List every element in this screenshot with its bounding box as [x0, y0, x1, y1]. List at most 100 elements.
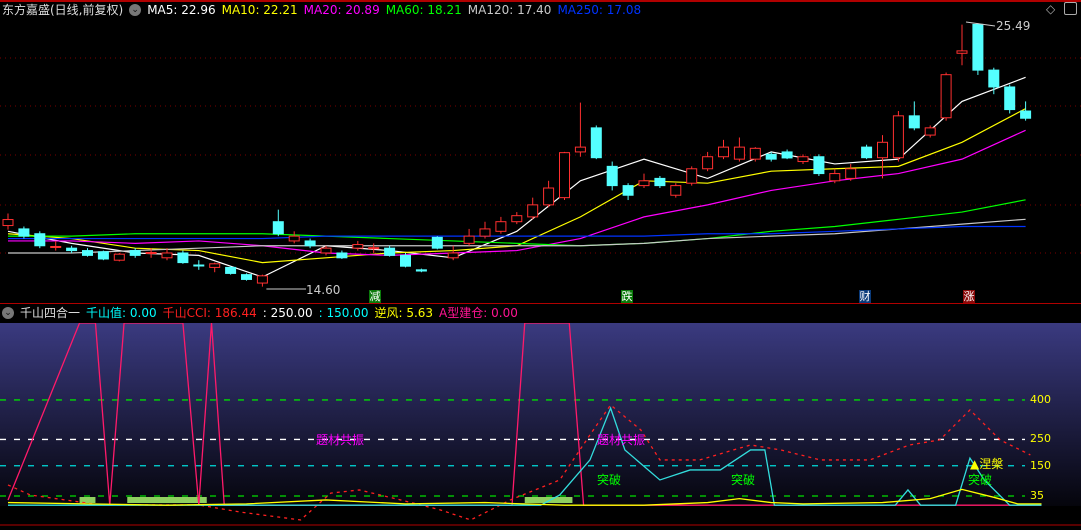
candle-down — [336, 252, 348, 259]
candle-up — [209, 263, 221, 268]
candle-up — [288, 235, 300, 242]
candle-down — [813, 156, 825, 175]
breakout-label: 突破 — [968, 473, 993, 487]
candle-down — [400, 254, 411, 267]
legend-item: 逆风: 5.63 — [374, 306, 434, 320]
candlestick-chart — [0, 21, 1081, 290]
theme-resonance-label: 题材共振 — [597, 433, 646, 447]
accumulation-bar — [127, 497, 207, 503]
ma-line-ma250 — [8, 225, 1026, 240]
chevron-down-icon[interactable]: ⌄ — [2, 307, 14, 319]
low-price-label: 14.60 — [306, 283, 341, 297]
candle-up — [829, 173, 841, 182]
nirvana-label: ▲涅槃 — [970, 457, 1004, 471]
candle-down — [177, 252, 189, 264]
candle-down — [415, 269, 427, 272]
candle-down — [622, 185, 634, 196]
candle-down — [304, 240, 316, 247]
candle-up — [447, 252, 459, 259]
legend-item: : 250.00 — [262, 306, 313, 320]
ma-line-ma5 — [7, 76, 1026, 278]
candle-down — [18, 228, 30, 237]
candle-up — [2, 219, 14, 227]
candle-down — [193, 264, 205, 267]
candle-up — [352, 244, 364, 249]
candle-down — [606, 165, 618, 187]
candle-down — [654, 177, 666, 187]
candle-up — [797, 156, 809, 163]
candle-up — [50, 245, 62, 248]
indicator-background — [0, 323, 1081, 506]
candle-down — [241, 274, 252, 280]
marker-fall: 跌 — [621, 290, 633, 303]
candle-up — [956, 50, 968, 54]
candle-up — [638, 180, 650, 187]
legend-item: : 150.00 — [318, 306, 369, 320]
breakout-label: 突破 — [597, 473, 622, 487]
candle-up — [877, 141, 888, 159]
candle-up — [495, 221, 507, 232]
candle-up — [749, 147, 761, 160]
candle-up — [145, 251, 157, 254]
level-250-label: 250 — [1030, 432, 1051, 445]
legend-item: 千山值: 0.00 — [86, 306, 157, 320]
candle-up — [924, 127, 936, 136]
candle-up — [527, 204, 539, 218]
marker-wealth: 财 — [859, 290, 871, 303]
candle-up — [161, 252, 173, 259]
candle-down — [972, 23, 984, 71]
candle-down — [129, 250, 141, 256]
candle-up — [702, 156, 714, 170]
accumulation-bar — [79, 497, 96, 503]
candle-up — [686, 168, 698, 184]
indicator-header: ⌄ 千山四合一 千山值: 0.00 千山CCI: 186.44 : 250.00 : … — [2, 304, 518, 322]
candle-down — [590, 127, 602, 159]
candle-down — [97, 251, 109, 260]
candle-up — [479, 228, 491, 237]
candle-down — [82, 250, 93, 256]
candle-down — [34, 233, 46, 247]
candle-down — [384, 247, 396, 256]
level-150-label: 150 — [1030, 459, 1051, 472]
theme-resonance-label: 题材共振 — [316, 433, 365, 447]
candle-up — [511, 215, 523, 223]
candle-down — [431, 236, 443, 249]
candle-down — [66, 247, 78, 252]
candle-down — [1004, 86, 1016, 111]
candle-down — [765, 153, 777, 160]
level-35-label: 35 — [1030, 489, 1044, 502]
candle-up — [320, 247, 332, 254]
candle-up — [368, 247, 380, 250]
marker-rise: 涨 — [963, 290, 975, 303]
legend-item: A型建仓: 0.00 — [439, 306, 518, 320]
ma-line-ma10 — [7, 108, 1026, 264]
candle-up — [113, 253, 125, 261]
candle-up — [892, 115, 904, 159]
indicator-title: 千山四合一 — [20, 306, 81, 320]
legend-item: 千山CCI: 186.44 — [162, 306, 257, 320]
candle-up — [256, 275, 268, 284]
indicator-chart — [0, 323, 1081, 526]
candle-up — [940, 74, 952, 119]
breakout-label: 突破 — [731, 473, 756, 487]
candle-up — [718, 146, 729, 158]
accumulation-bar — [524, 497, 573, 503]
indicator-legend: 千山值: 0.00 千山CCI: 186.44 : 250.00 : 150.00 逆风… — [86, 304, 518, 322]
candle-up — [559, 152, 570, 199]
candle-down — [225, 266, 237, 274]
candle-down — [272, 221, 284, 235]
candle-down — [781, 151, 793, 159]
level-400-label: 400 — [1030, 393, 1051, 406]
candle-down — [988, 69, 1000, 88]
candle-up — [733, 146, 745, 160]
high-price-label: 25.49 — [996, 19, 1031, 33]
candle-up — [670, 185, 682, 196]
candle-down — [908, 115, 920, 129]
candle-up — [463, 235, 475, 244]
candle-up — [543, 187, 555, 206]
candle-up — [845, 168, 857, 179]
marker-reduce: 减 — [369, 290, 381, 303]
candle-up — [574, 146, 586, 153]
candle-down — [1020, 110, 1032, 119]
candle-down — [861, 146, 873, 159]
